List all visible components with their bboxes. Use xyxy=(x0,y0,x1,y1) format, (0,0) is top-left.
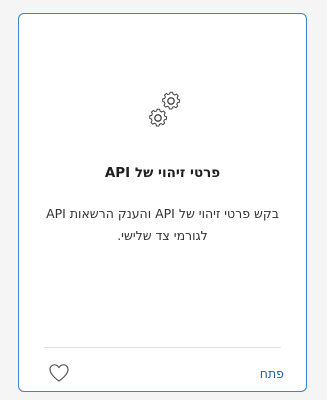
card-description: בקש פרטי זיהוי של API והענק הרשאות API ל… xyxy=(46,206,279,243)
card-title: פרטי זיהוי של API xyxy=(104,165,221,181)
favorite-button[interactable] xyxy=(48,363,70,383)
api-credentials-card[interactable]: פרטי זיהוי של API בקש פרטי זיהוי של API … xyxy=(18,13,307,392)
heart-outline-icon xyxy=(49,364,69,382)
gears-icon xyxy=(149,91,180,127)
open-link[interactable]: פתח xyxy=(260,366,284,381)
icon-area xyxy=(19,84,306,154)
card-divider xyxy=(44,347,281,348)
